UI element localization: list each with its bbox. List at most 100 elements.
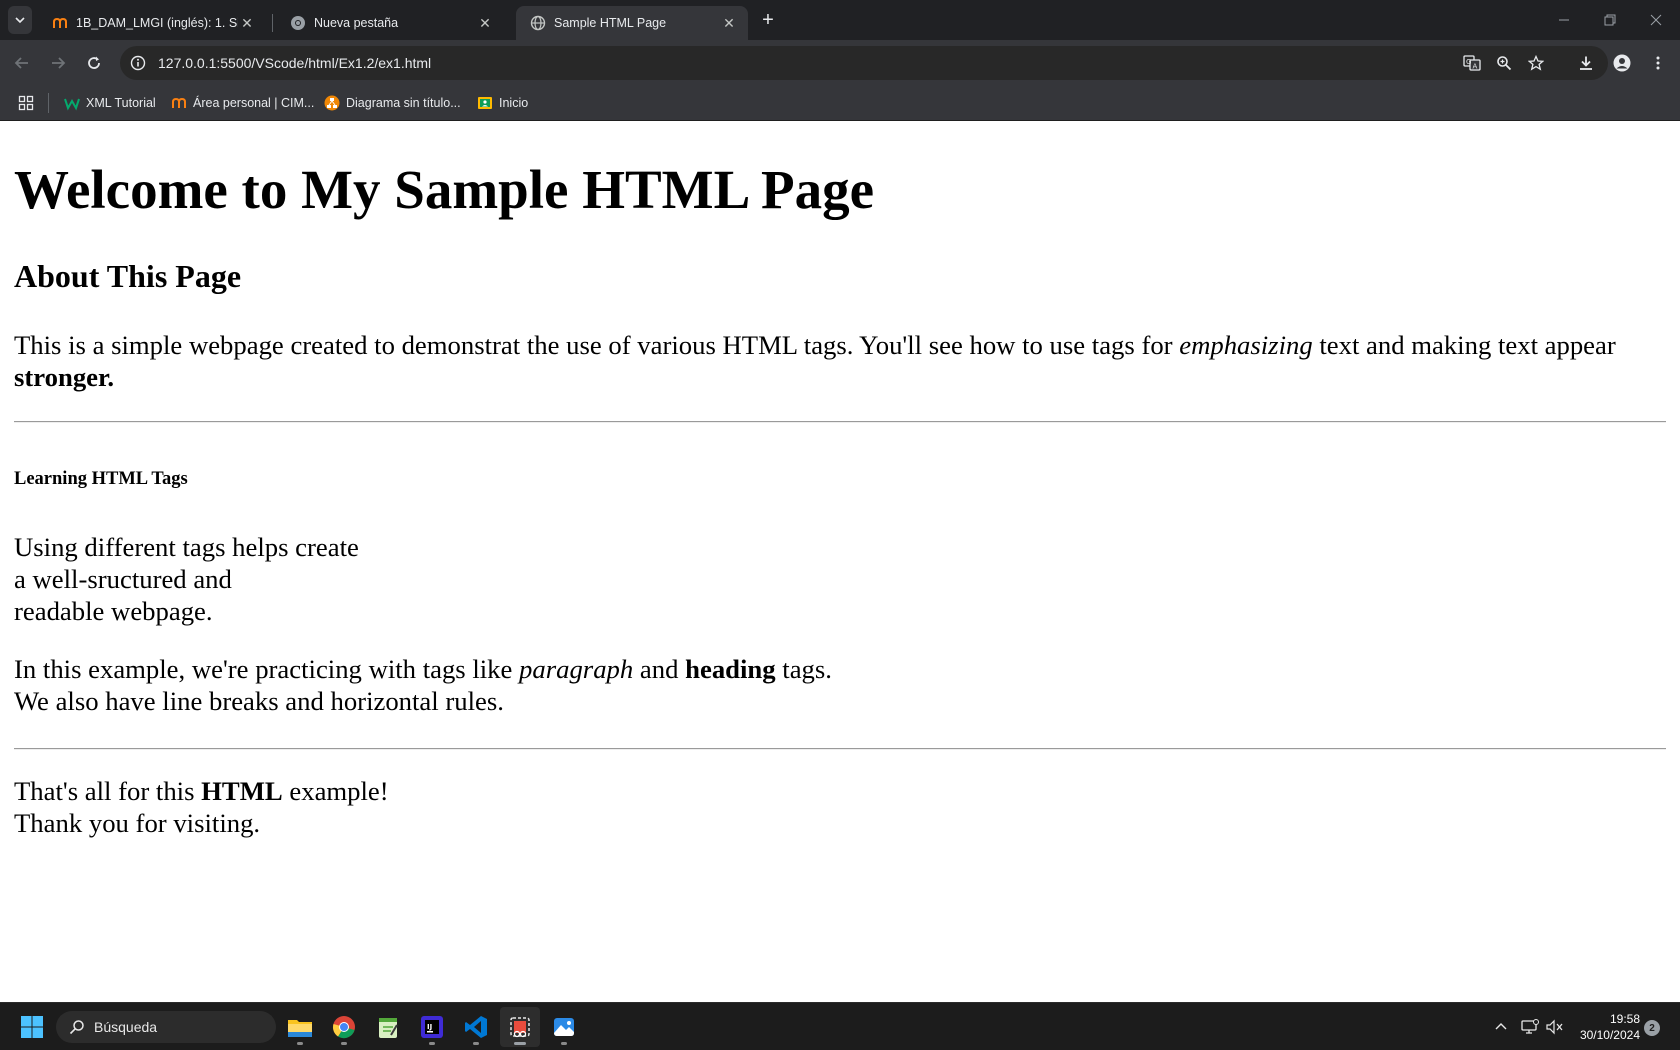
search-icon (68, 1018, 86, 1036)
close-tab-icon[interactable]: ✕ (238, 14, 256, 32)
close-icon (1650, 14, 1662, 26)
chevron-up-icon (1495, 1023, 1507, 1030)
page-content: Welcome to My Sample HTML Page About Thi… (0, 121, 1680, 1002)
running-indicator (514, 1042, 526, 1045)
bookmark-label: XML Tutorial (86, 96, 156, 110)
bookmark-area-personal[interactable]: Área personal | CIM... (171, 92, 314, 114)
taskbar-intellij[interactable]: IJ (412, 1007, 452, 1047)
bookmark-inicio[interactable]: Inicio (477, 92, 528, 114)
kebab-menu-icon (1656, 56, 1660, 70)
photos-icon (554, 1018, 574, 1036)
text-line: a well-sructured and (14, 564, 232, 594)
translate-icon[interactable]: GA (1458, 49, 1486, 77)
closing-paragraph: That's all for this HTML example! Thank … (14, 775, 389, 839)
example-paragraph: In this example, we're practicing with t… (14, 653, 832, 717)
network-icon (1521, 1019, 1539, 1034)
emphasized-text: paragraph (519, 654, 634, 684)
strong-text: stronger. (14, 362, 115, 392)
start-button[interactable] (12, 1007, 52, 1047)
text-line: That's all for this HTML example! (14, 775, 389, 807)
file-explorer-icon (288, 1020, 312, 1037)
vscode-icon (465, 1016, 487, 1038)
system-clock[interactable]: 19:58 30/10/2024 (1568, 1011, 1640, 1043)
horizontal-rule (14, 421, 1666, 423)
moodle-icon (171, 95, 187, 111)
intellij-icon: IJ (421, 1016, 443, 1038)
apps-button[interactable] (18, 92, 34, 114)
browser-chrome: 1B_DAM_LMGI (inglés): 1. Simple ✕ Nueva … (0, 0, 1680, 121)
example-text: and (633, 654, 686, 684)
toolbar: 127.0.0.1:5500/VScode/html/Ex1.2/ex1.htm… (0, 40, 1680, 86)
bookmark-diagrama[interactable]: Diagrama sin título... (324, 92, 461, 114)
tab-search-button[interactable] (8, 6, 32, 34)
windows-logo-icon (21, 1016, 43, 1038)
svg-text:G: G (1466, 58, 1471, 66)
tab-title: Sample HTML Page (554, 16, 667, 30)
download-icon (1580, 56, 1592, 70)
svg-text:IJ: IJ (427, 1023, 432, 1031)
profile-button[interactable] (1606, 47, 1638, 79)
bookmark-label: Inicio (499, 96, 529, 110)
close-tab-icon[interactable]: ✕ (720, 14, 738, 32)
address-bar[interactable]: 127.0.0.1:5500/VScode/html/Ex1.2/ex1.htm… (120, 46, 1608, 80)
network-button[interactable] (1518, 1011, 1542, 1043)
intro-text: text and making text appear (1312, 330, 1616, 360)
restore-button[interactable] (1587, 0, 1633, 40)
classroom-icon (477, 95, 493, 111)
closing-text: example! (282, 776, 389, 806)
bookmarks-bar: XML Tutorial Área personal | CIM... Diag… (0, 86, 1680, 121)
bookmark-xml-tutorial[interactable]: XML Tutorial (64, 92, 156, 114)
forward-button[interactable] (42, 47, 74, 79)
chevron-down-icon (15, 17, 25, 24)
notepad-icon (379, 1018, 398, 1038)
volume-button[interactable] (1544, 1011, 1566, 1043)
taskbar-file-explorer[interactable] (280, 1007, 320, 1047)
taskbar-search[interactable]: Búsqueda (56, 1011, 276, 1043)
downloads-button[interactable] (1570, 47, 1602, 79)
example-text: In this example, we're practicing with t… (14, 654, 520, 684)
snipping-tool-icon (510, 1017, 530, 1038)
new-tab-button[interactable]: + (756, 8, 780, 32)
tab-strip: 1B_DAM_LMGI (inglés): 1. Simple ✕ Nueva … (0, 0, 1680, 40)
show-hidden-icons-button[interactable] (1490, 1011, 1512, 1043)
search-placeholder: Búsqueda (94, 1019, 158, 1035)
volume-muted-icon (1546, 1019, 1563, 1035)
tags-paragraph: Using different tags helps create a well… (14, 531, 359, 627)
reload-button[interactable] (78, 47, 110, 79)
tab-moodle[interactable]: 1B_DAM_LMGI (inglés): 1. Simple ✕ (38, 6, 266, 40)
example-text: tags. (775, 654, 832, 684)
taskbar-snipping-tool[interactable] (500, 1007, 540, 1047)
page-heading-h2: About This Page (14, 258, 242, 294)
taskbar-vscode[interactable] (456, 1007, 496, 1047)
w3schools-icon (64, 95, 80, 111)
bookmark-star-icon[interactable] (1522, 49, 1550, 77)
zoom-icon[interactable] (1490, 49, 1518, 77)
close-tab-icon[interactable]: ✕ (476, 14, 494, 32)
bookmark-label: Área personal | CIM... (193, 96, 315, 110)
menu-button[interactable] (1642, 47, 1674, 79)
minimize-button[interactable] (1541, 0, 1587, 40)
intro-text: This is a simple webpage created to demo… (14, 330, 1180, 360)
notification-badge[interactable]: 2 (1644, 1020, 1660, 1036)
back-button[interactable] (6, 47, 38, 79)
chrome-icon (332, 1016, 355, 1039)
svg-text:A: A (1473, 63, 1478, 71)
drawio-icon (324, 95, 340, 111)
tab-new-tab[interactable]: Nueva pestaña ✕ (276, 6, 504, 40)
taskbar-photos[interactable] (544, 1007, 584, 1047)
tab-title: Nueva pestaña (314, 16, 399, 30)
tab-sample-html-page[interactable]: Sample HTML Page ✕ (516, 6, 748, 40)
running-indicator (341, 1042, 347, 1045)
page-heading-h5: Learning HTML Tags (14, 469, 188, 489)
moodle-icon (52, 15, 68, 31)
taskbar-notepad[interactable] (368, 1007, 408, 1047)
bookmarks-divider (48, 93, 49, 113)
bookmark-label: Diagrama sin título... (346, 96, 461, 110)
site-info-icon[interactable] (124, 49, 152, 77)
taskbar-chrome[interactable] (324, 1007, 364, 1047)
chrome-icon (290, 15, 306, 31)
running-indicator (561, 1042, 567, 1045)
close-window-button[interactable] (1633, 0, 1679, 40)
running-indicator (473, 1042, 479, 1045)
text-line: Using different tags helps create (14, 532, 359, 562)
